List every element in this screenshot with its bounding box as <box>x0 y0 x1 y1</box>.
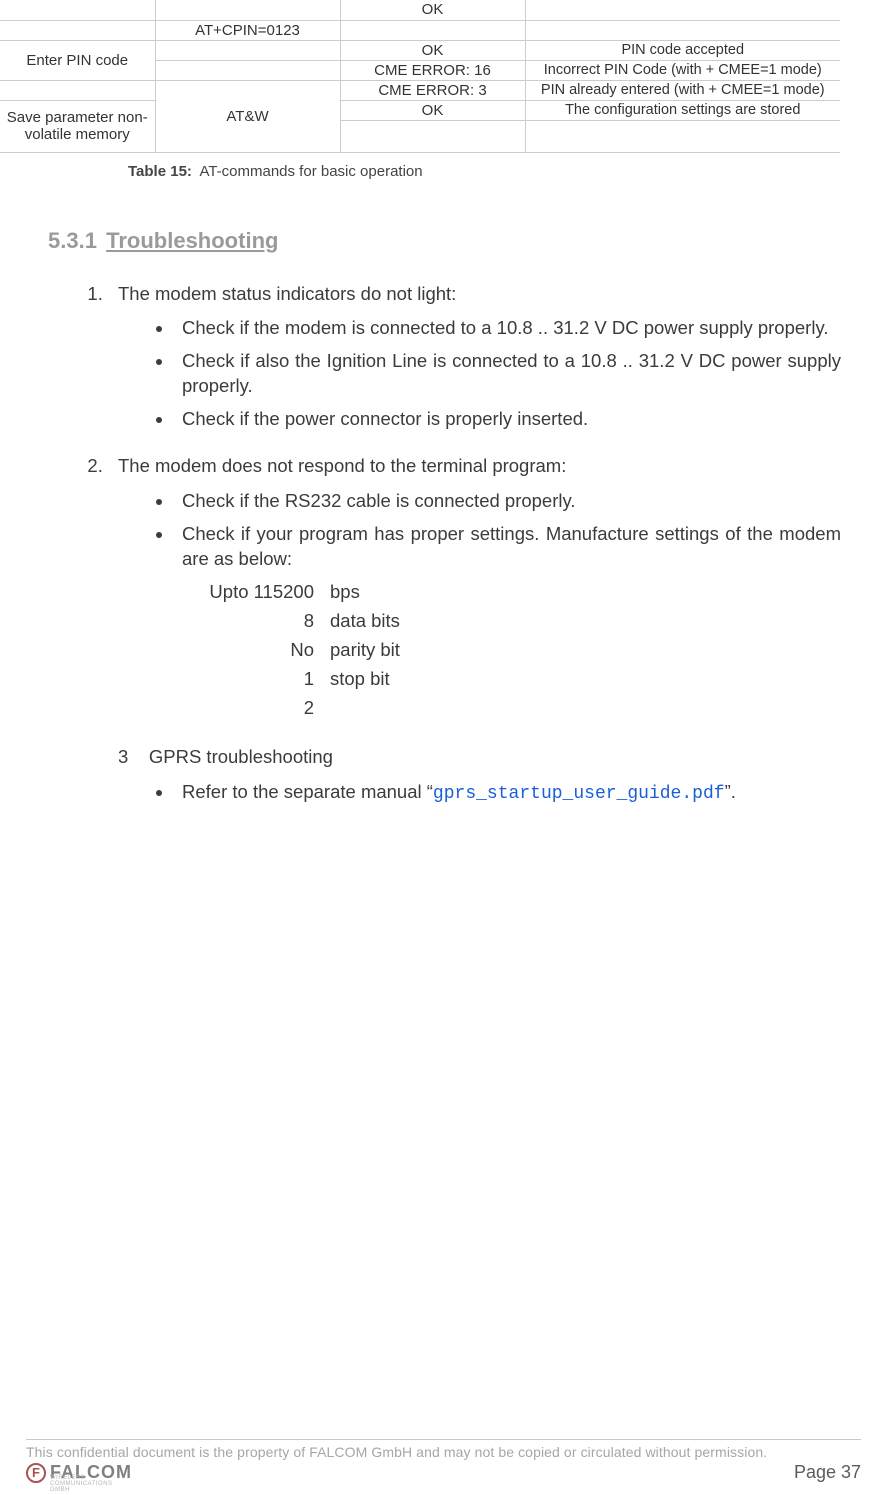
cell: AT+CPIN=0123 <box>155 20 340 40</box>
list-item: 3 GPRS troubleshooting Refer to the sepa… <box>108 745 841 806</box>
settings-table: Upto 115200 bps 8 data bits No parity bi… <box>190 578 408 723</box>
item-lead: The modem status indicators do not light… <box>118 283 456 304</box>
bullet-item: Check if the modem is connected to a 10.… <box>174 316 841 341</box>
bullet-text: Check if your program has proper setting… <box>182 523 841 569</box>
setting-label: parity bit <box>322 636 408 665</box>
logo-icon: F <box>26 1463 46 1483</box>
bullet-item: Check if your program has proper setting… <box>174 522 841 723</box>
sub-list: Check if the modem is connected to a 10.… <box>118 316 841 432</box>
cell <box>155 0 340 20</box>
footer-note: This confidential document is the proper… <box>26 1444 861 1460</box>
item-lead: The modem does not respond to the termin… <box>118 455 566 476</box>
table-row: OK <box>0 0 840 20</box>
bullet-post: ”. <box>725 781 736 802</box>
setting-value: 1 <box>190 665 322 694</box>
list-item: The modem does not respond to the termin… <box>108 454 841 723</box>
cell: OK <box>340 100 525 120</box>
settings-row: 2 <box>190 694 408 723</box>
cell <box>155 60 340 80</box>
footer-rule <box>26 1439 861 1440</box>
bullet-item: Check if the RS232 cable is connected pr… <box>174 489 841 514</box>
cell: PIN code accepted <box>525 40 840 60</box>
section-heading: 5.3.1 Troubleshooting <box>48 228 887 254</box>
cell <box>155 40 340 60</box>
setting-label: stop bit <box>322 665 408 694</box>
item-number: 3 <box>118 746 128 767</box>
content-area: The modem status indicators do not light… <box>0 282 887 807</box>
setting-label: bps <box>322 578 408 607</box>
settings-row: 8 data bits <box>190 607 408 636</box>
cell: PIN already entered (with + CMEE=1 mode) <box>525 80 840 100</box>
at-commands-table: OK AT+CPIN=0123 Enter PIN code OK PIN co… <box>0 0 840 153</box>
table-row: AT+CPIN=0123 <box>0 20 840 40</box>
bullet-item: Refer to the separate manual “gprs_start… <box>174 780 841 806</box>
section-title: Troubleshooting <box>106 228 278 253</box>
row-label-enter-pin: Enter PIN code <box>0 40 155 80</box>
setting-label <box>322 694 408 723</box>
cell <box>525 0 840 20</box>
page-number: Page 37 <box>794 1462 861 1483</box>
settings-row: 1 stop bit <box>190 665 408 694</box>
section-number: 5.3.1 <box>48 228 100 254</box>
bullet-item: Check if the power connector is properly… <box>174 407 841 432</box>
cell: OK <box>340 0 525 20</box>
setting-label: data bits <box>322 607 408 636</box>
manual-filename: gprs_startup_user_guide.pdf <box>433 784 725 804</box>
table-caption: Table 15: AT-commands for basic operatio… <box>128 163 887 180</box>
setting-value: 8 <box>190 607 322 636</box>
cell: AT&W <box>155 80 340 152</box>
setting-value: 2 <box>190 694 322 723</box>
cell: CME ERROR: 3 <box>340 80 525 100</box>
page-footer: This confidential document is the proper… <box>0 1439 887 1483</box>
cell <box>525 20 840 40</box>
row-label-save-param: Save parameter non-volatile memory <box>0 100 155 152</box>
company-logo: F FALCOM WIRELESS COMMUNICATIONS GMBH <box>26 1462 132 1483</box>
setting-value: No <box>190 636 322 665</box>
cell <box>340 20 525 40</box>
cell <box>0 80 155 100</box>
cell: OK <box>340 40 525 60</box>
sub-list: Check if the RS232 cable is connected pr… <box>118 489 841 723</box>
cell <box>0 0 155 20</box>
cell: Incorrect PIN Code (with + CMEE=1 mode) <box>525 60 840 80</box>
list-item: The modem status indicators do not light… <box>108 282 841 433</box>
item-lead: GPRS troubleshooting <box>149 746 333 767</box>
sub-list: Refer to the separate manual “gprs_start… <box>118 780 841 806</box>
cell <box>340 120 525 152</box>
document-page: OK AT+CPIN=0123 Enter PIN code OK PIN co… <box>0 0 887 1495</box>
settings-row: Upto 115200 bps <box>190 578 408 607</box>
setting-value: Upto 115200 <box>190 578 322 607</box>
cell: CME ERROR: 16 <box>340 60 525 80</box>
troubleshooting-list: The modem status indicators do not light… <box>46 282 841 807</box>
caption-label: Table 15: <box>128 163 192 180</box>
table-row: Enter PIN code OK PIN code accepted <box>0 40 840 60</box>
table-row: Save parameter non-volatile memory OK Th… <box>0 100 840 120</box>
settings-row: No parity bit <box>190 636 408 665</box>
table-row: AT&W CME ERROR: 3 PIN already entered (w… <box>0 80 840 100</box>
bullet-pre: Refer to the separate manual “ <box>182 781 433 802</box>
cell: The configuration settings are stored <box>525 100 840 120</box>
logo-tagline: WIRELESS COMMUNICATIONS GMBH <box>50 1475 132 1493</box>
cell <box>0 20 155 40</box>
bullet-item: Check if also the Ignition Line is conne… <box>174 349 841 399</box>
caption-text: AT-commands for basic operation <box>199 163 422 180</box>
cell <box>525 120 840 152</box>
